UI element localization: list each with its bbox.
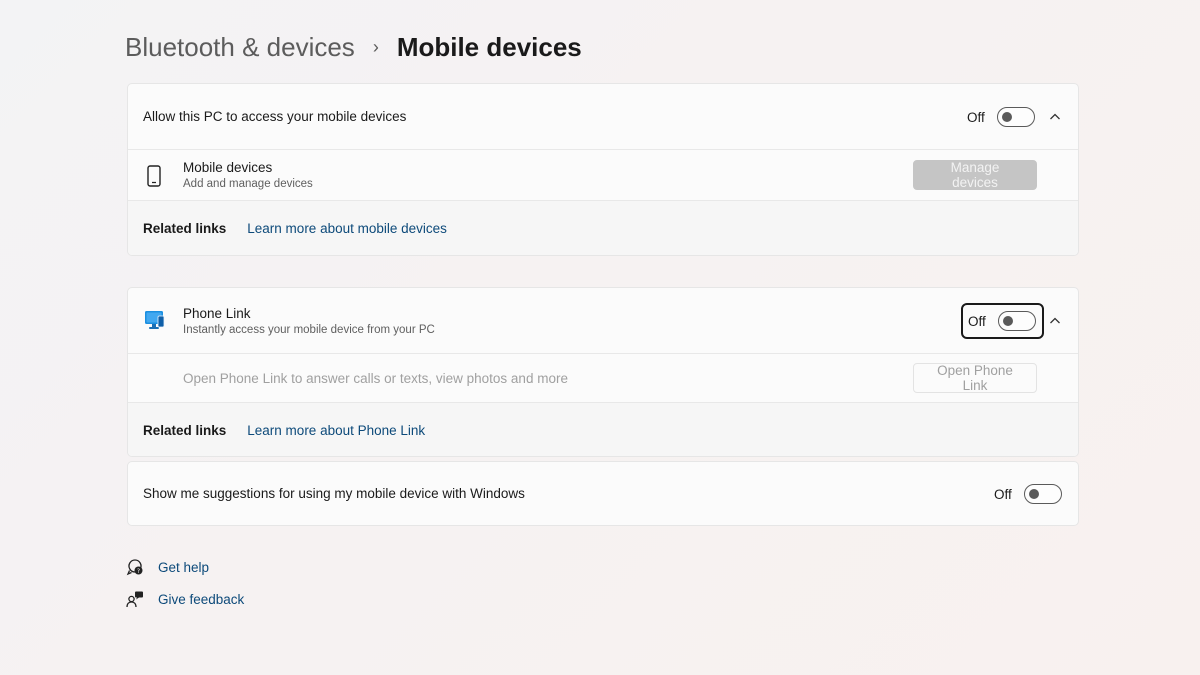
get-help-link[interactable]: ? Get help (126, 558, 209, 576)
breadcrumb-parent[interactable]: Bluetooth & devices (125, 32, 355, 63)
give-feedback-link[interactable]: Give feedback (126, 590, 244, 608)
breadcrumb: Bluetooth & devices › Mobile devices (125, 32, 582, 63)
allow-access-toggle-state: Off (967, 109, 985, 125)
related-links-label: Related links (143, 423, 227, 438)
mobile-devices-title: Mobile devices (183, 160, 273, 175)
related-links-row-1: Related links Learn more about mobile de… (128, 201, 1078, 255)
allow-access-card: Allow this PC to access your mobile devi… (127, 83, 1079, 256)
page-title: Mobile devices (396, 32, 582, 62)
suggestions-toggle-state: Off (994, 486, 1012, 502)
allow-access-row[interactable]: Allow this PC to access your mobile devi… (128, 84, 1078, 150)
related-links-row-2: Related links Learn more about Phone Lin… (128, 403, 1078, 456)
allow-access-toggle-group: Off (967, 107, 1035, 127)
svg-text:?: ? (137, 568, 140, 575)
chevron-up-icon[interactable] (1049, 111, 1061, 123)
give-feedback-label: Give feedback (158, 591, 245, 607)
phone-link-subtitle: Instantly access your mobile device from… (183, 323, 435, 336)
toggle-knob (1028, 489, 1039, 499)
suggestions-toggle-group: Off (994, 484, 1062, 504)
feedback-icon (126, 591, 143, 608)
phone-link-toggle[interactable] (997, 311, 1036, 331)
manage-devices-button[interactable]: Manage devices (913, 160, 1037, 190)
phone-link-toggle-group: Off (961, 303, 1044, 339)
toggle-knob (1002, 316, 1013, 326)
learn-more-phone-link-link[interactable]: Learn more about Phone Link (247, 423, 425, 438)
suggestions-row[interactable]: Show me suggestions for using my mobile … (128, 462, 1078, 525)
phone-link-card: Phone Link Instantly access your mobile … (127, 287, 1079, 457)
help-icon: ? (126, 559, 143, 576)
allow-access-label: Allow this PC to access your mobile devi… (143, 109, 407, 124)
get-help-label: Get help (158, 559, 210, 575)
breadcrumb-separator-icon: › (372, 37, 379, 57)
mobile-devices-row: Mobile devices Add and manage devices Ma… (128, 150, 1078, 201)
learn-more-mobile-devices-link[interactable]: Learn more about mobile devices (247, 221, 447, 236)
open-phone-link-description: Open Phone Link to answer calls or texts… (183, 370, 568, 386)
suggestions-label: Show me suggestions for using my mobile … (143, 486, 525, 501)
suggestions-card: Show me suggestions for using my mobile … (127, 461, 1079, 526)
related-links-label: Related links (143, 220, 227, 236)
phone-icon (147, 165, 161, 187)
phone-link-row[interactable]: Phone Link Instantly access your mobile … (128, 288, 1078, 354)
suggestions-toggle[interactable] (1023, 484, 1062, 504)
chevron-up-icon[interactable] (1049, 315, 1061, 327)
phone-link-app-icon (145, 311, 165, 329)
open-phone-link-row: Open Phone Link to answer calls or texts… (128, 354, 1078, 403)
mobile-devices-subtitle: Add and manage devices (183, 178, 313, 190)
mobile-devices-text: Mobile devices Add and manage devices (183, 160, 313, 190)
toggle-knob (1001, 112, 1012, 122)
phone-link-title: Phone Link (183, 305, 251, 321)
allow-access-toggle[interactable] (996, 107, 1035, 127)
phone-link-toggle-state: Off (968, 313, 986, 329)
open-phone-link-button[interactable]: Open Phone Link (913, 363, 1037, 393)
phone-link-text: Phone Link Instantly access your mobile … (183, 306, 435, 336)
